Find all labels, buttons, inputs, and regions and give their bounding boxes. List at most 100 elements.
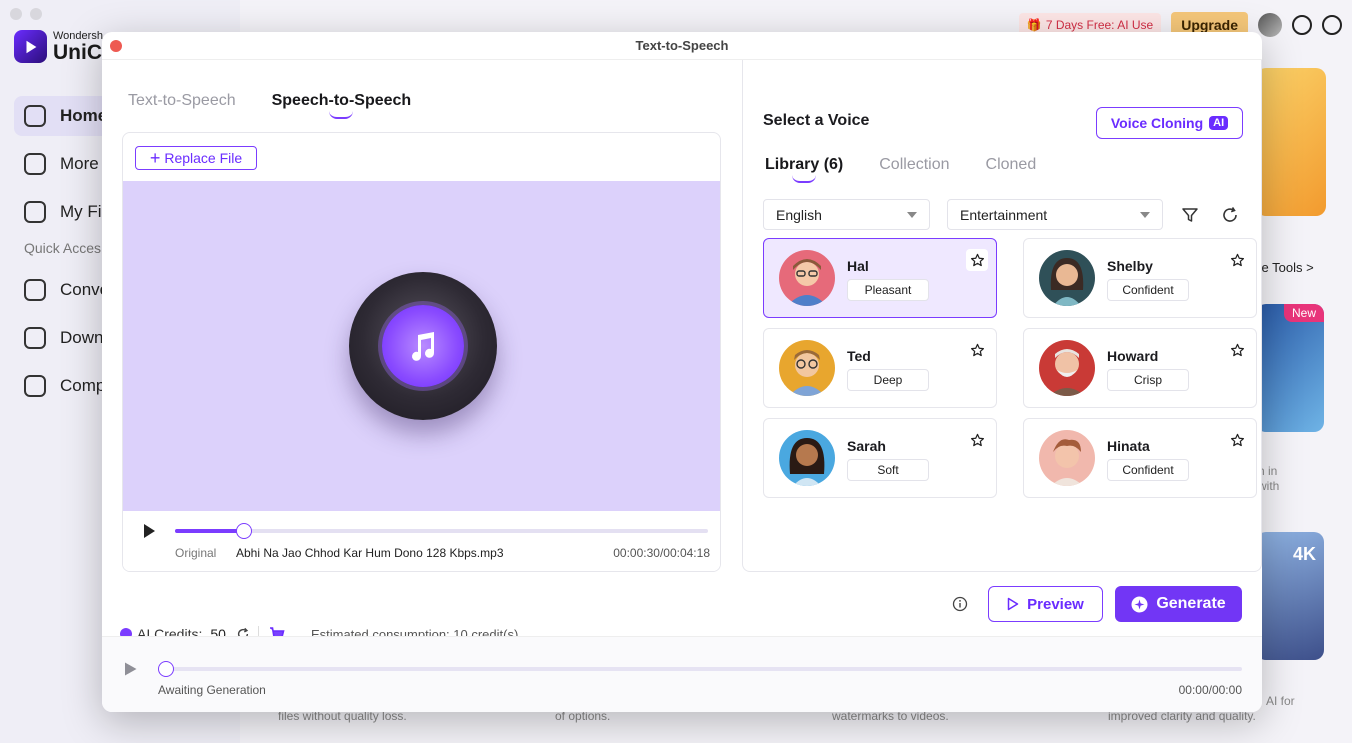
ai-badge: AI [1209, 116, 1229, 130]
replace-file-button[interactable]: + Replace File [135, 146, 257, 170]
plus-icon: + [149, 148, 161, 168]
voice-tag: Crisp [1107, 369, 1189, 391]
tab-text-to-speech[interactable]: Text-to-Speech [128, 92, 236, 110]
voice-name: Sarah [847, 438, 886, 454]
tab-speech-to-speech[interactable]: Speech-to-Speech [272, 92, 411, 119]
output-player: Awaiting Generation 00:00/00:00 [102, 636, 1262, 712]
favorite-star-icon[interactable] [1226, 429, 1248, 451]
voice-avatar [779, 430, 835, 486]
nav-compressor-label: Comp [60, 376, 106, 395]
bg-minimize-dot[interactable] [30, 8, 42, 20]
preview-button[interactable]: Preview [988, 586, 1103, 622]
progress-fill [175, 529, 244, 533]
language-value: English [776, 206, 822, 223]
audio-artwork [123, 181, 720, 511]
generation-status: Awaiting Generation [158, 683, 266, 697]
favorite-star-icon[interactable] [1226, 249, 1248, 271]
favorite-star-icon[interactable] [966, 339, 988, 361]
voice-avatar [1039, 430, 1095, 486]
file-name: Abhi Na Jao Chhod Kar Hum Dono 128 Kbps.… [236, 546, 504, 560]
voice-avatar [1039, 250, 1095, 306]
4k-label: 4K [1292, 544, 1316, 564]
generate-label: Generate [1156, 595, 1226, 612]
preview-label: Preview [1027, 595, 1084, 613]
brand-logo-icon [14, 30, 47, 63]
progress-knob[interactable] [236, 523, 252, 539]
new-feature-card[interactable]: New [1256, 304, 1324, 432]
voice-name: Shelby [1107, 258, 1153, 274]
voice-avatar [1039, 340, 1095, 396]
voice-card-ted[interactable]: Ted Deep [763, 328, 997, 408]
category-select[interactable]: Entertainment [947, 199, 1163, 230]
voice-card-howard[interactable]: Howard Crisp [1023, 328, 1257, 408]
caret-down-icon [907, 211, 917, 218]
voice-card-shelby[interactable]: Shelby Confident [1023, 238, 1257, 318]
download-icon [24, 327, 46, 349]
window-controls [10, 8, 42, 20]
preview-play-icon [1007, 597, 1019, 611]
source-time: 00:00:30/00:04:18 [613, 546, 710, 560]
tab-cloned[interactable]: Cloned [986, 156, 1037, 174]
refresh-icon[interactable] [1221, 206, 1239, 224]
voice-name: Howard [1107, 348, 1159, 364]
voice-name: Ted [847, 348, 871, 364]
output-time: 00:00/00:00 [1178, 683, 1242, 697]
info-icon[interactable] [952, 596, 968, 612]
gift-icon: 🎁 [1026, 18, 1042, 32]
favorite-star-icon[interactable] [1226, 339, 1248, 361]
bg-snippet: AI for [1266, 694, 1295, 708]
close-dialog-button[interactable] [110, 40, 122, 52]
language-select[interactable]: English [763, 199, 930, 230]
tab-collection[interactable]: Collection [879, 156, 949, 174]
brand: Wondersh UniCo [14, 30, 115, 63]
voice-tag: Confident [1107, 279, 1189, 301]
voice-name: Hinata [1107, 438, 1150, 454]
source-player: Original Abhi Na Jao Chhod Kar Hum Dono … [123, 511, 720, 571]
voice-card-hal[interactable]: Hal Pleasant [763, 238, 997, 318]
caret-down-icon [1140, 211, 1150, 218]
dialog-title: Text-to-Speech [635, 38, 729, 53]
youtube-promo-card[interactable] [1256, 68, 1326, 216]
toolbox-icon [24, 153, 46, 175]
file-icon [24, 201, 46, 223]
source-media-panel: + Replace File Original Abhi Na Jao Chho [122, 132, 721, 572]
voice-cloning-button[interactable]: Voice Cloning AI [1096, 107, 1243, 139]
output-play-icon[interactable] [123, 661, 138, 677]
mode-tabs: Text-to-Speech Speech-to-Speech [128, 92, 411, 119]
text-to-speech-dialog: Text-to-Speech Text-to-Speech Speech-to-… [102, 32, 1262, 712]
replace-file-label: Replace File [164, 150, 243, 166]
voice-library-tabs: Library (6) Collection Cloned [765, 156, 1037, 183]
voice-avatar [779, 250, 835, 306]
vinyl-record-icon [348, 272, 497, 420]
play-icon[interactable] [141, 523, 157, 539]
tab-library[interactable]: Library (6) [765, 156, 843, 183]
output-progress-bar[interactable] [158, 661, 1242, 677]
headset-icon[interactable] [1322, 15, 1342, 35]
category-value: Entertainment [960, 206, 1048, 223]
voice-card-sarah[interactable]: Sarah Soft [763, 418, 997, 498]
4k-feature-card[interactable]: 4K [1256, 532, 1324, 660]
bg-close-dot[interactable] [10, 8, 22, 20]
home-icon [24, 105, 46, 127]
generate-icon [1131, 596, 1148, 612]
voice-card-hinata[interactable]: Hinata Confident [1023, 418, 1257, 498]
voice-tag: Deep [847, 369, 929, 391]
favorite-star-icon[interactable] [966, 249, 988, 271]
source-progress-bar[interactable] [175, 523, 708, 539]
original-label: Original [175, 546, 217, 560]
nav-downloader-label: Downl [60, 328, 108, 347]
generate-button[interactable]: Generate [1115, 586, 1242, 622]
nav-files-label: My Fil [60, 202, 106, 221]
filter-icon[interactable] [1181, 206, 1199, 224]
select-voice-heading: Select a Voice [763, 112, 870, 129]
voice-tag: Soft [847, 459, 929, 481]
voice-panel: Select a Voice Voice Cloning AI Library … [742, 60, 1262, 572]
voice-tag: Confident [1107, 459, 1189, 481]
music-note-icon [411, 332, 434, 361]
converter-icon [24, 279, 46, 301]
output-progress-knob[interactable] [158, 661, 174, 677]
chat-icon[interactable] [1292, 15, 1312, 35]
voice-name: Hal [847, 258, 869, 274]
dialog-titlebar: Text-to-Speech [102, 32, 1262, 60]
favorite-star-icon[interactable] [966, 429, 988, 451]
